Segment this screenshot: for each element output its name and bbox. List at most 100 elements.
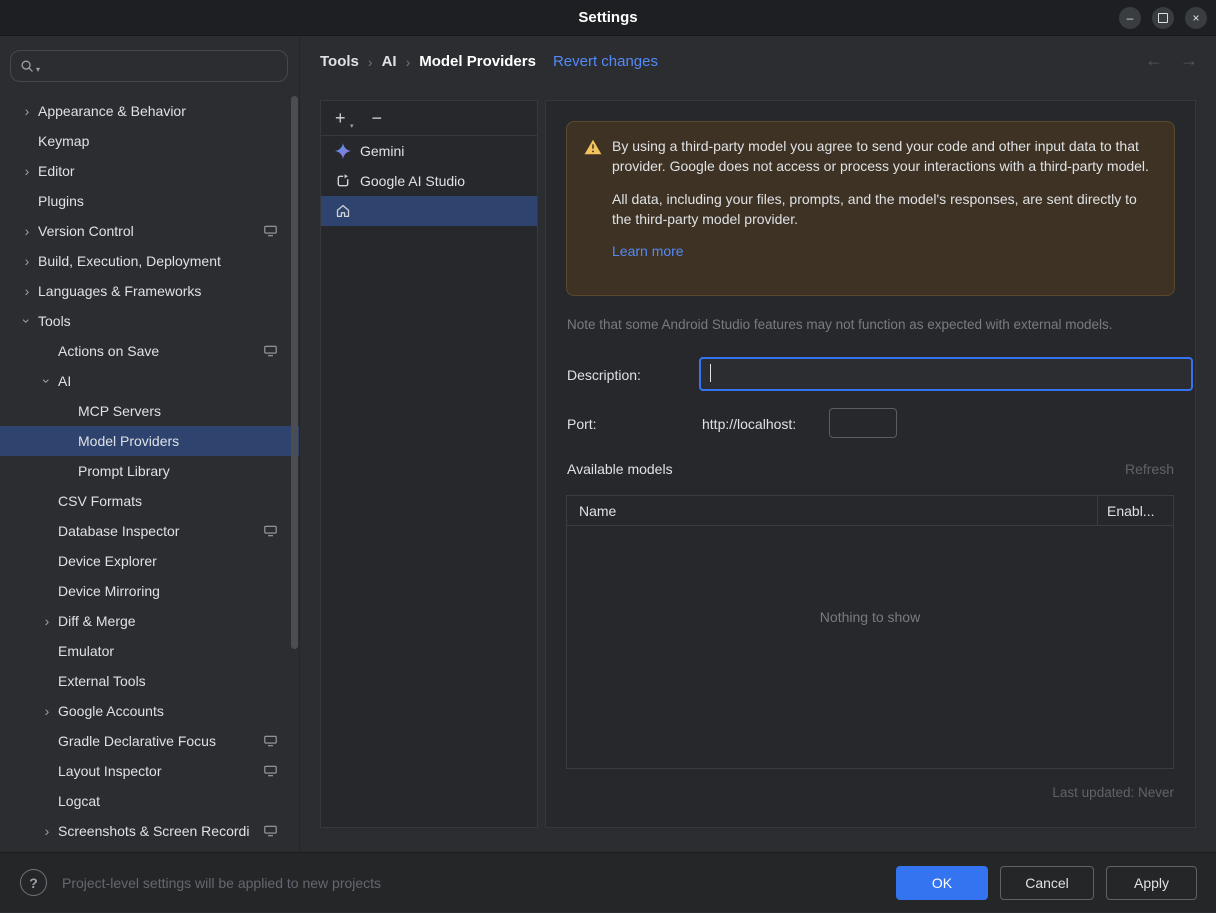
sidebar-item-csv-formats[interactable]: CSV Formats — [0, 486, 299, 516]
warning-icon — [584, 139, 602, 155]
sidebar-item-actions-on-save[interactable]: Actions on Save — [0, 336, 299, 366]
external-models-note: Note that some Android Studio features m… — [567, 317, 1113, 332]
chevron-right-icon[interactable]: › — [16, 224, 38, 238]
sidebar-item-build-execution-deployment[interactable]: › Build, Execution, Deployment — [0, 246, 299, 276]
sidebar-item-prompt-library[interactable]: Prompt Library — [0, 456, 299, 486]
provider-config-panel: By using a third-party model you agree t… — [545, 100, 1196, 828]
chevron-right-icon[interactable]: › — [16, 104, 38, 118]
sidebar-item-label: Appearance & Behavior — [38, 103, 186, 119]
last-updated-text: Last updated: Never — [1052, 785, 1174, 800]
port-prefix: http://localhost: — [702, 416, 797, 432]
sidebar-item-label: Device Explorer — [58, 553, 157, 569]
sidebar-item-ai[interactable]: › AI — [0, 366, 299, 396]
chevron-right-icon[interactable]: › — [36, 614, 58, 628]
breadcrumb-item-ai[interactable]: AI — [382, 53, 397, 70]
sidebar-item-label: Editor — [38, 163, 75, 179]
project-screen-icon — [264, 735, 277, 747]
ok-button[interactable]: OK — [896, 866, 988, 900]
breadcrumb-separator: › — [367, 53, 373, 70]
settings-tree: › Appearance & Behavior Keymap › Editor Plugi… — [0, 96, 299, 852]
minimize-button[interactable]: – — [1119, 7, 1141, 29]
remove-icon: − — [371, 108, 383, 128]
models-table-header: Name Enabl... — [567, 496, 1173, 526]
sidebar-item-external-tools[interactable]: External Tools — [0, 666, 299, 696]
sidebar-item-label: AI — [58, 373, 72, 389]
sidebar-item-diff-merge[interactable]: › Diff & Merge — [0, 606, 299, 636]
sidebar-item-google-accounts[interactable]: › Google Accounts — [0, 696, 299, 726]
sidebar-item-device-mirroring[interactable]: Device Mirroring — [0, 576, 299, 606]
chevron-down-icon[interactable]: › — [19, 310, 35, 332]
sidebar-item-device-explorer[interactable]: Device Explorer — [0, 546, 299, 576]
revert-changes-link[interactable]: Revert changes — [553, 53, 658, 70]
sidebar-item-appearance-behavior[interactable]: › Appearance & Behavior — [0, 96, 299, 126]
description-input[interactable] — [699, 357, 1193, 391]
column-header-enabled[interactable]: Enabl... — [1097, 496, 1173, 525]
breadcrumb-item-tools[interactable]: Tools — [320, 53, 359, 70]
sidebar-item-model-providers[interactable]: Model Providers — [0, 426, 299, 456]
provider-toolbar: + ▾ − — [321, 101, 537, 136]
cancel-button[interactable]: Cancel — [1000, 866, 1094, 900]
remove-provider-button[interactable]: − — [372, 109, 383, 127]
sidebar-item-label: Diff & Merge — [58, 613, 136, 629]
chevron-right-icon[interactable]: › — [36, 824, 58, 838]
sidebar-item-label: Plugins — [38, 193, 84, 209]
sidebar-item-mcp-servers[interactable]: MCP Servers — [0, 396, 299, 426]
chevron-down-icon[interactable]: › — [39, 370, 55, 392]
refresh-button[interactable]: Refresh — [1125, 461, 1174, 477]
sidebar-item-label: Actions on Save — [58, 343, 160, 359]
sidebar-item-version-control[interactable]: › Version Control — [0, 216, 299, 246]
back-arrow-icon[interactable]: ← — [1145, 50, 1163, 71]
sidebar-item-screenshots-screen-recordi[interactable]: › Screenshots & Screen Recordi — [0, 816, 299, 846]
apply-button[interactable]: Apply — [1106, 866, 1197, 900]
sidebar-item-languages-frameworks[interactable]: › Languages & Frameworks — [0, 276, 299, 306]
sidebar-item-label: Version Control — [38, 223, 134, 239]
provider-item-google-ai-studio[interactable]: Google AI Studio — [321, 166, 537, 196]
port-input[interactable] — [829, 408, 897, 438]
close-icon: × — [1192, 11, 1200, 25]
sidebar-item-label: CSV Formats — [58, 493, 143, 509]
chevron-right-icon[interactable]: › — [16, 164, 38, 178]
search-box[interactable]: ▾ — [10, 50, 288, 82]
learn-more-link[interactable]: Learn more — [612, 243, 684, 259]
breadcrumb-separator: › — [405, 53, 411, 70]
provider-item-gemini[interactable]: Gemini — [321, 136, 537, 166]
sidebar-item-emulator[interactable]: Emulator — [0, 636, 299, 666]
maximize-button[interactable] — [1152, 7, 1174, 29]
sidebar-item-label: Logcat — [58, 793, 101, 809]
sidebar-item-label: MCP Servers — [78, 403, 161, 419]
provider-list: Gemini Google AI Studio — [321, 136, 537, 226]
chevron-right-icon[interactable]: › — [16, 254, 38, 268]
search-input[interactable] — [40, 50, 287, 82]
chevron-right-icon[interactable]: › — [36, 704, 58, 718]
help-icon: ? — [29, 874, 38, 891]
sidebar-item-label: Keymap — [38, 133, 90, 149]
sidebar-item-label: Languages & Frameworks — [38, 283, 202, 299]
project-screen-icon — [264, 525, 277, 537]
sidebar-item-layout-inspector[interactable]: Layout Inspector — [0, 756, 299, 786]
sidebar-item-label: Emulator — [58, 643, 115, 659]
empty-table-text: Nothing to show — [819, 609, 921, 625]
sidebar-item-database-inspector[interactable]: Database Inspector — [0, 516, 299, 546]
sidebar-item-logcat[interactable]: Logcat — [0, 786, 299, 816]
forward-arrow-icon[interactable]: → — [1180, 50, 1198, 71]
home-icon — [335, 203, 351, 219]
breadcrumb-item-model-providers[interactable]: Model Providers — [419, 53, 536, 70]
add-provider-button[interactable]: + ▾ — [335, 109, 354, 130]
sidebar-item-plugins[interactable]: Plugins — [0, 186, 299, 216]
sidebar-item-gradle-declarative-focus[interactable]: Gradle Declarative Focus — [0, 726, 299, 756]
sidebar-item-keymap[interactable]: Keymap — [0, 126, 299, 156]
warning-paragraph-2: All data, including your files, prompts,… — [612, 190, 1137, 227]
chevron-right-icon[interactable]: › — [16, 284, 38, 298]
settings-content: Tools › AI › Model Providers Revert changes ←… — [300, 36, 1216, 852]
maximize-icon — [1158, 13, 1168, 23]
column-header-name[interactable]: Name — [567, 503, 1097, 519]
sidebar-item-editor[interactable]: › Editor — [0, 156, 299, 186]
sidebar-scrollbar[interactable] — [291, 96, 298, 649]
project-screen-icon — [264, 225, 277, 237]
project-screen-icon — [264, 825, 277, 837]
sidebar-item-label: Google Accounts — [58, 703, 164, 719]
sidebar-item-tools[interactable]: › Tools — [0, 306, 299, 336]
close-button[interactable]: × — [1185, 7, 1207, 29]
provider-item-new[interactable] — [321, 196, 537, 226]
help-button[interactable]: ? — [20, 869, 47, 896]
